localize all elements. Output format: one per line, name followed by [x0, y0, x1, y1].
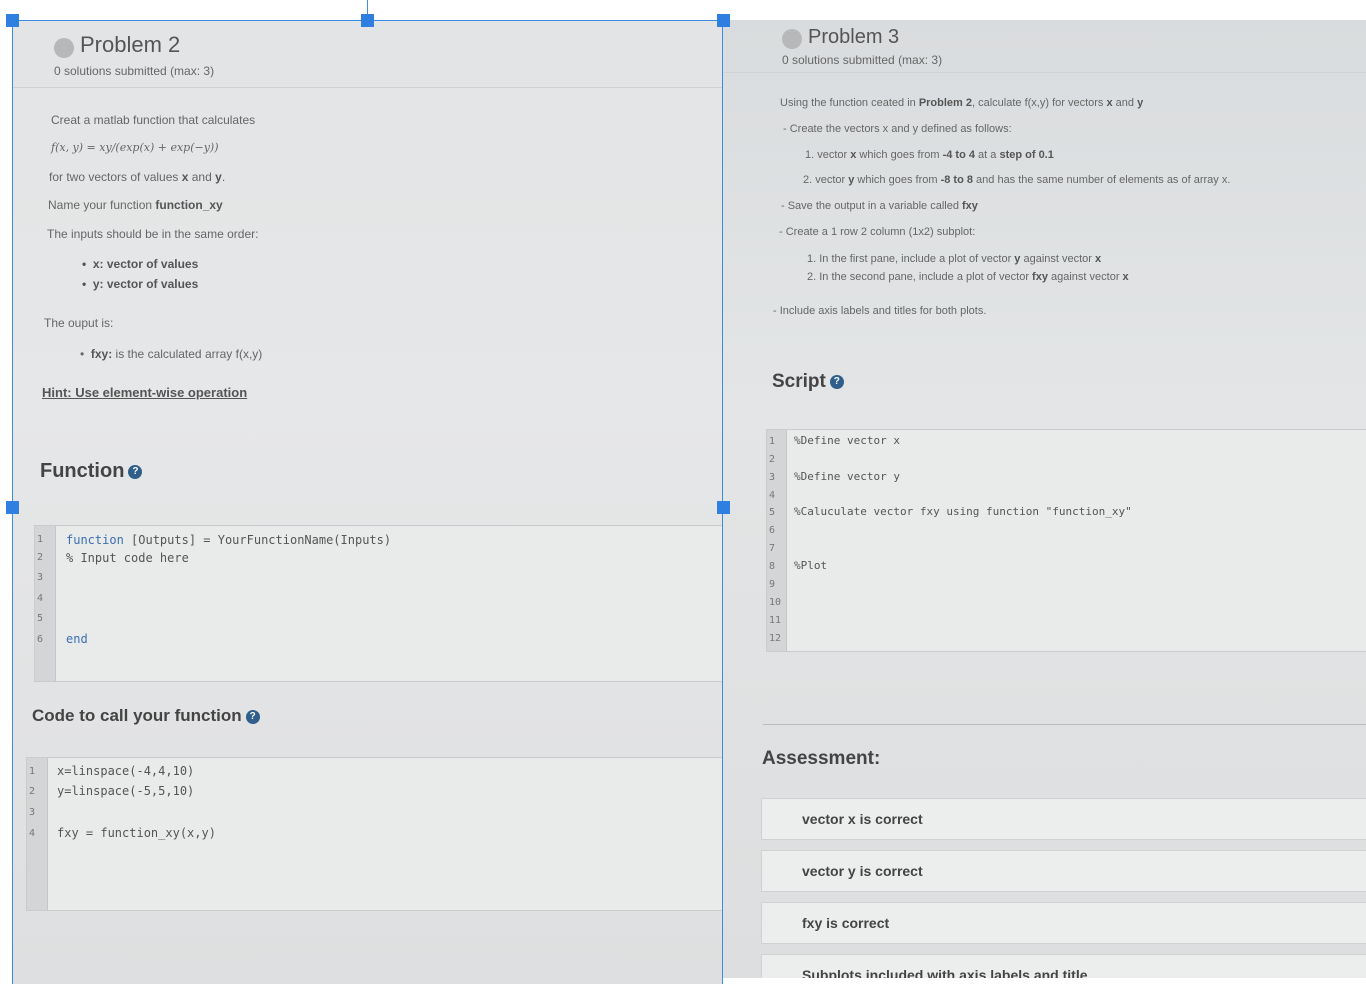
problem-3-title: Problem 3	[808, 26, 900, 48]
code-line[interactable]: y=linspace(-5,5,10)	[57, 784, 194, 798]
resize-handle-top[interactable]	[361, 14, 374, 27]
line-number: 4	[29, 828, 36, 839]
line-number: 1	[29, 766, 36, 777]
line-number: 3	[769, 472, 776, 483]
resize-handle-left[interactable]	[6, 501, 19, 514]
line-number: 6	[37, 634, 44, 645]
code-line[interactable]: %Plot	[794, 559, 827, 572]
assessment-title: Assessment:	[762, 748, 881, 769]
assessment-item: vector y is correct	[761, 850, 1366, 892]
axis-labels-line: - Include axis labels and titles for bot…	[773, 305, 987, 317]
info-icon[interactable]: ?	[245, 709, 260, 724]
function-section-title: Function?	[40, 460, 143, 483]
script-section-title: Script?	[772, 371, 844, 393]
line-number: 10	[769, 597, 782, 608]
problem-3-header: Problem 3	[782, 26, 899, 49]
function-code-editor[interactable]: 1 2 3 4 5 6 function [Outputs] = YourFun…	[34, 525, 723, 682]
line-number: 2	[769, 454, 776, 465]
resize-handle-top-left[interactable]	[6, 14, 19, 27]
problem-3-submissions: 0 solutions submitted (max: 3)	[782, 53, 943, 67]
problem-2-submissions: 0 solutions submitted (max: 3)	[54, 64, 215, 78]
script-code-editor[interactable]: 1 2 3 4 5 6 7 8 9 10 11 12 %Define vecto…	[766, 429, 1366, 652]
line-number: 3	[29, 807, 36, 818]
code-line[interactable]: fxy = function_xy(x,y)	[57, 826, 216, 840]
function-name-line: Name your function function_xy	[48, 198, 223, 212]
problem-2-photo: Problem 2 0 solutions submitted (max: 3)…	[12, 20, 723, 984]
line-number: 5	[769, 507, 776, 518]
call-section-title: Code to call your function?	[32, 706, 260, 726]
code-line[interactable]: x=linspace(-4,4,10)	[57, 764, 194, 778]
divider	[12, 87, 723, 88]
resize-handle-top-right[interactable]	[717, 14, 730, 27]
assessment-item: fxy is correct	[761, 902, 1366, 944]
line-number: 6	[769, 525, 776, 536]
line-number: 2	[37, 552, 44, 563]
save-output-line: - Save the output in a variable called f…	[781, 200, 978, 212]
subplot-line: - Create a 1 row 2 column (1x2) subplot:	[779, 226, 976, 238]
resize-handle-right[interactable]	[717, 501, 730, 514]
output-item: • fxy: is the calculated array f(x,y)	[80, 347, 263, 361]
vectors-line: for two vectors of values x and y.	[49, 170, 226, 184]
pane-2-line: 2. In the second pane, include a plot of…	[807, 271, 1129, 283]
status-dot-icon	[54, 37, 74, 58]
call-code-editor[interactable]: 1 2 3 4 x=linspace(-4,4,10) y=linspace(-…	[26, 757, 723, 911]
line-number: 7	[769, 543, 776, 554]
problem-2-title: Problem 2	[80, 32, 181, 57]
assessment-item: vector x is correct	[761, 798, 1366, 840]
problem-3-photo: Problem 3 0 solutions submitted (max: 3)…	[723, 20, 1366, 978]
code-line[interactable]: %Define vector y	[794, 470, 900, 483]
line-number: 11	[769, 615, 782, 626]
code-line[interactable]: % Input code here	[66, 551, 189, 565]
line-number: 4	[37, 593, 44, 604]
line-number: 12	[769, 633, 782, 644]
line-number: 1	[37, 534, 44, 545]
info-icon[interactable]: ?	[128, 464, 143, 479]
input-item-x: • x: vector of values	[82, 257, 199, 271]
output-line: The ouput is:	[44, 316, 114, 330]
pane-1-line: 1. In the first pane, include a plot of …	[807, 253, 1102, 265]
vector-x-line: 1. vector x which goes from -4 to 4 at a…	[805, 149, 1054, 161]
line-number: 4	[769, 490, 776, 501]
vector-y-line: 2. vector y which goes from -8 to 8 and …	[803, 174, 1231, 186]
info-icon[interactable]: ?	[829, 374, 844, 389]
code-line[interactable]: %Define vector x	[794, 434, 900, 447]
problem-2-intro: Creat a matlab function that calculates	[51, 113, 256, 127]
divider	[763, 724, 1366, 725]
line-number: 1	[769, 436, 776, 447]
create-vectors-line: - Create the vectors x and y defined as …	[783, 123, 1012, 135]
line-number: 3	[37, 572, 44, 583]
status-dot-icon	[782, 28, 802, 49]
problem-2-header: Problem 2	[54, 32, 180, 58]
line-number: 9	[769, 579, 776, 590]
input-item-y: • y: vector of values	[82, 277, 199, 291]
code-line[interactable]: end	[66, 632, 88, 646]
line-number: 2	[29, 786, 36, 797]
line-number: 8	[769, 561, 776, 572]
code-line[interactable]: %Caluculate vector fxy using function "f…	[794, 505, 1132, 518]
code-line[interactable]: function [Outputs] = YourFunctionName(In…	[66, 533, 391, 547]
line-number: 5	[37, 613, 44, 624]
inputs-line: The inputs should be in the same order:	[47, 227, 259, 241]
assessment-item: Subplots included with axis labels and t…	[761, 954, 1366, 978]
problem-3-intro: Using the function ceated in Problem 2, …	[780, 97, 1144, 109]
divider	[723, 72, 1366, 73]
hint-text: Hint: Use element-wise operation	[42, 385, 248, 400]
formula: f(x, y) = xy/(exp(x) + exp(−y))	[51, 141, 219, 154]
